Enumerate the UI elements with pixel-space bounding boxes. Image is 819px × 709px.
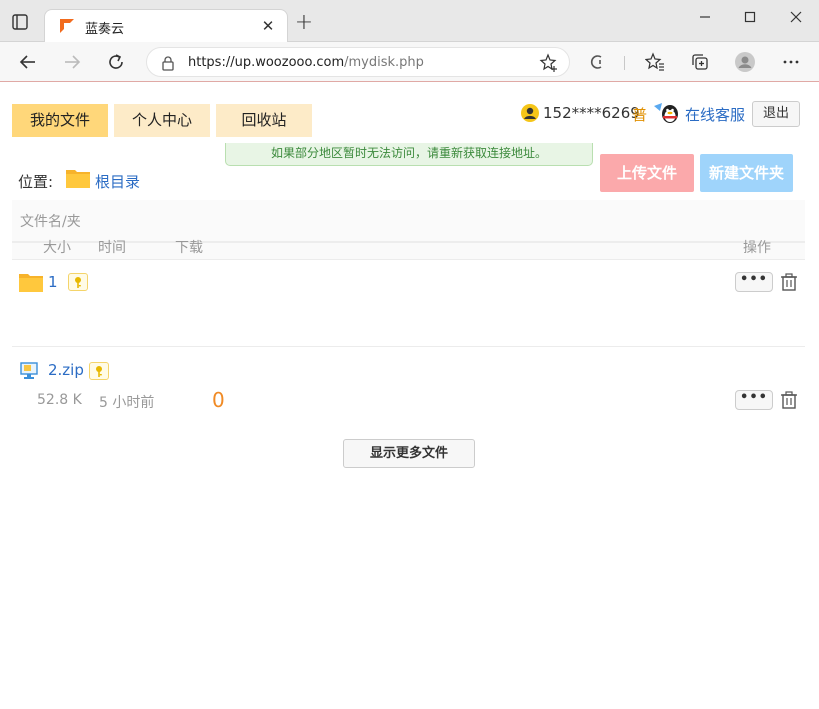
download-count: 0 (212, 388, 225, 412)
site-favicon-icon (59, 18, 75, 34)
zip-file-icon (20, 362, 40, 380)
header-divider (12, 241, 805, 243)
read-aloud-icon[interactable] (587, 52, 607, 72)
table-header (12, 200, 805, 260)
url-field[interactable]: https://up.woozooo.com/mydisk.php (146, 47, 570, 77)
show-more-files-button[interactable]: 显示更多文件 (343, 439, 475, 468)
col-header-action: 操作 (743, 240, 771, 256)
user-level-badge: 普 (632, 106, 648, 124)
toolbar-separator (624, 56, 625, 70)
file-name-link[interactable]: 2.zip (48, 361, 84, 379)
new-tab-icon[interactable]: + (294, 12, 314, 34)
user-icon (521, 104, 539, 122)
window-minimize-icon[interactable] (690, 6, 720, 28)
upload-file-button[interactable]: 上传文件 (600, 154, 694, 192)
url-host: https://up.woozooo.com (188, 55, 345, 70)
logout-button[interactable]: 退出 (752, 101, 800, 127)
row-divider (12, 346, 805, 347)
back-icon[interactable] (18, 52, 38, 72)
collections-icon[interactable] (690, 52, 710, 72)
row-divider (12, 259, 805, 260)
col-header-download: 下载 (175, 240, 203, 256)
folder-icon (65, 167, 91, 189)
nav-my-files[interactable]: 我的文件 (12, 104, 108, 137)
nav-personal-center[interactable]: 个人中心 (114, 104, 210, 137)
password-key-icon[interactable] (89, 362, 109, 380)
col-header-size: 大小 (43, 240, 71, 256)
user-phone: 152****6269 (543, 104, 640, 122)
password-key-icon[interactable] (68, 273, 88, 291)
browser-tab-bar: 蓝奏云 ✕ + (0, 0, 819, 43)
file-size: 52.8 K (37, 392, 82, 408)
refresh-icon[interactable] (106, 52, 126, 72)
forward-icon[interactable] (62, 52, 82, 72)
add-favorite-icon[interactable] (539, 53, 559, 73)
browser-address-bar: https://up.woozooo.com/mydisk.php (0, 42, 819, 82)
profile-avatar-icon[interactable] (735, 52, 755, 72)
delete-trash-icon[interactable] (780, 391, 798, 409)
qq-penguin-icon[interactable] (653, 102, 681, 124)
settings-more-icon[interactable] (781, 52, 801, 72)
online-service-link[interactable]: 在线客服 (685, 104, 745, 125)
breadcrumb-root[interactable]: 根目录 (95, 171, 140, 192)
more-options-button[interactable]: ••• (735, 272, 773, 292)
col-header-time: 时间 (98, 240, 126, 256)
browser-tab[interactable]: 蓝奏云 ✕ (44, 9, 288, 43)
tab-actions-icon[interactable] (10, 12, 30, 32)
tab-close-icon[interactable]: ✕ (259, 17, 277, 35)
lock-icon[interactable] (161, 55, 175, 71)
file-time: 5 小时前 (99, 395, 155, 411)
favorites-icon[interactable] (644, 52, 665, 72)
folder-name-link[interactable]: 1 (48, 273, 58, 291)
col-header-name: 文件名/夹 (20, 214, 81, 230)
url-text: https://up.woozooo.com/mydisk.php (188, 55, 424, 70)
window-maximize-icon[interactable] (735, 6, 765, 28)
nav-recycle-bin[interactable]: 回收站 (216, 104, 312, 137)
location-label: 位置: (18, 173, 54, 191)
url-path: /mydisk.php (344, 55, 424, 70)
folder-icon (18, 271, 44, 293)
tab-title: 蓝奏云 (85, 22, 125, 37)
more-options-button[interactable]: ••• (735, 390, 773, 410)
delete-trash-icon[interactable] (780, 273, 798, 291)
notice-banner: 如果部分地区暂时无法访问，请重新获取连接地址。 (225, 143, 593, 166)
window-close-icon[interactable] (781, 6, 811, 28)
new-folder-button[interactable]: 新建文件夹 (700, 154, 793, 192)
